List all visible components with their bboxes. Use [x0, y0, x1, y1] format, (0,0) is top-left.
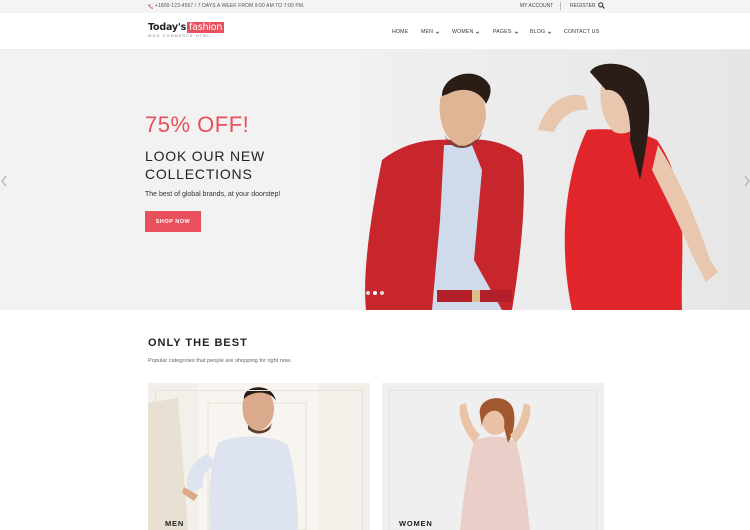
nav-label: BLOG: [530, 29, 546, 35]
category-card-men[interactable]: MEN: [148, 383, 370, 530]
slider-dot-active[interactable]: [373, 291, 377, 295]
chevron-down-icon: [435, 31, 440, 34]
logo-tagline: WOO COMMERCE HTML: [148, 34, 211, 38]
nav-pages[interactable]: PAGES: [493, 29, 519, 35]
nav-blog[interactable]: BLOG: [530, 29, 552, 35]
nav-label: HOME: [392, 29, 409, 35]
chevron-down-icon: [514, 31, 518, 34]
nav-label: WOMEN: [452, 29, 474, 35]
section-title: ONLY THE BEST: [148, 337, 248, 349]
card-frame: [389, 390, 597, 530]
nav-label: CONTACT US: [564, 29, 600, 35]
hero-headline: LOOK OUR NEW COLLECTIONS: [145, 148, 266, 182]
category-card-women[interactable]: WOMEN: [382, 383, 604, 530]
logo-highlight: fashion: [187, 22, 225, 33]
logo-main: Today's: [148, 22, 187, 33]
section-subtitle: Popular categories that people are shopp…: [148, 358, 292, 364]
phone-text: +1800-123-4567 / 7 DAYS A WEEK FROM 9:00…: [155, 3, 305, 9]
hero-slider: 75% OFF! LOOK OUR NEW COLLECTIONS The be…: [0, 50, 750, 310]
chevron-left-icon[interactable]: [0, 175, 8, 187]
chevron-down-icon: [476, 31, 480, 34]
nav-men[interactable]: MEN: [421, 29, 440, 35]
shop-now-button[interactable]: SHOP NOW: [145, 211, 201, 232]
card-frame: [155, 390, 363, 530]
hero-subtext: The best of global brands, at your doors…: [145, 191, 281, 198]
nav-home[interactable]: HOME: [392, 29, 408, 35]
chevron-down-icon: [547, 31, 552, 34]
hero-offer: 75% OFF!: [145, 112, 250, 137]
phone-icon: [148, 4, 153, 9]
register-link[interactable]: REGISTER: [570, 3, 596, 9]
nav-contact[interactable]: CONTACT US: [564, 29, 599, 35]
contact-info: +1800-123-4567 / 7 DAYS A WEEK FROM 9:00…: [148, 3, 305, 9]
category-label: WOMEN: [399, 519, 433, 528]
hero-image: [362, 50, 750, 310]
slider-dots: [366, 291, 384, 295]
category-label: MEN: [165, 519, 185, 528]
nav-label: MEN: [421, 29, 434, 35]
slider-dot[interactable]: [366, 291, 370, 295]
chevron-right-icon[interactable]: [743, 175, 750, 187]
logo[interactable]: Today's fashion WOO COMMERCE HTML: [148, 22, 225, 38]
slider-dot[interactable]: [380, 291, 384, 295]
nav-label: PAGES: [493, 29, 512, 35]
divider: [560, 2, 561, 10]
top-bar: +1800-123-4567 / 7 DAYS A WEEK FROM 9:00…: [0, 0, 750, 13]
nav-women[interactable]: WOMEN: [452, 29, 480, 35]
search-icon[interactable]: [598, 2, 605, 9]
my-account-link[interactable]: MY ACCOUNT: [520, 3, 553, 9]
site-header: Today's fashion WOO COMMERCE HTML HOME M…: [0, 13, 750, 50]
